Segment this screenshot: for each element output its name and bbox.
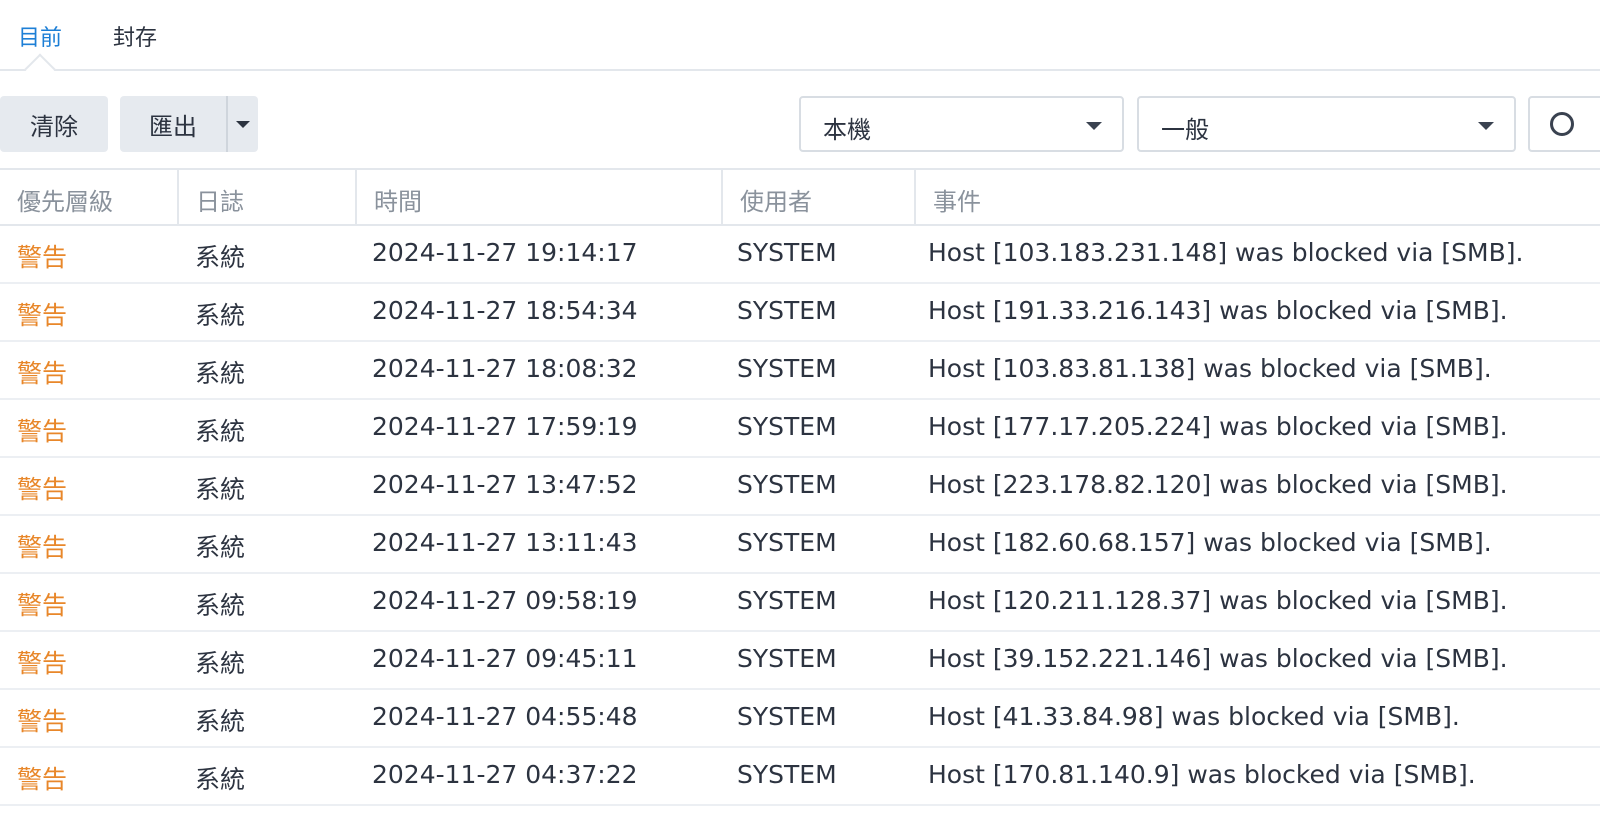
type-select[interactable]: 一般: [1137, 96, 1516, 152]
event-cell: Host [39.152.221.146] was blocked via [S…: [928, 644, 1508, 673]
time-cell: 2024-11-27 09:58:19: [372, 586, 638, 615]
column-header-priority[interactable]: 優先層級: [17, 182, 113, 217]
time-cell: 2024-11-27 18:08:32: [372, 354, 638, 383]
active-tab-indicator: [24, 53, 56, 85]
column-divider[interactable]: [355, 170, 357, 226]
toolbar: 清除 匯出 本機 一般: [0, 96, 1600, 152]
user-cell: SYSTEM: [737, 354, 837, 383]
column-header-log[interactable]: 日誌: [196, 182, 244, 217]
column-header-event[interactable]: 事件: [933, 182, 981, 217]
priority-cell: 警告: [17, 765, 68, 794]
table-row[interactable]: 警告 系統 2024-11-27 09:45:11 SYSTEM Host [39.15…: [0, 632, 1600, 690]
priority-cell: 警告: [17, 243, 68, 272]
log-cell: 系統: [195, 649, 246, 678]
table-row[interactable]: 警告 系統 2024-11-27 18:08:32 SYSTEM Host [103.8…: [0, 342, 1600, 400]
log-cell: 系統: [195, 243, 246, 272]
table-row[interactable]: 警告 系統 2024-11-27 19:14:17 SYSTEM Host [103.1…: [0, 226, 1600, 284]
event-cell: Host [191.33.216.143] was blocked via [S…: [928, 296, 1508, 325]
log-cell: 系統: [195, 359, 246, 388]
event-cell: Host [103.183.231.148] was blocked via […: [928, 238, 1524, 267]
export-button[interactable]: 匯出: [149, 107, 197, 142]
chevron-down-icon: [236, 120, 250, 128]
event-cell: Host [103.83.81.138] was blocked via [SM…: [928, 354, 1492, 383]
column-divider[interactable]: [177, 170, 179, 226]
table-row[interactable]: 警告 系統 2024-11-27 09:58:19 SYSTEM Host [120.2…: [0, 574, 1600, 632]
table-row[interactable]: 警告 系統 2024-11-27 13:47:52 SYSTEM Host [223.1…: [0, 458, 1600, 516]
priority-cell: 警告: [17, 301, 68, 330]
chevron-down-icon: [1478, 122, 1494, 130]
clear-button-label: 清除: [30, 112, 78, 141]
time-cell: 2024-11-27 04:37:22: [372, 760, 638, 789]
log-cell: 系統: [195, 533, 246, 562]
export-dropdown-toggle[interactable]: [228, 96, 258, 152]
table-row[interactable]: 警告 系統 2024-11-27 04:55:48 SYSTEM Host [41.33…: [0, 690, 1600, 748]
event-cell: Host [177.17.205.224] was blocked via [S…: [928, 412, 1508, 441]
log-table: 優先層級 日誌 時間 使用者 事件 警告 系統 2024-11-27 19:14:1…: [0, 168, 1600, 806]
log-cell: 系統: [195, 591, 246, 620]
tab-bar: 目前 封存: [0, 0, 1600, 85]
table-row[interactable]: 警告 系統 2024-11-27 04:37:22 SYSTEM Host [170.8…: [0, 748, 1600, 806]
source-select[interactable]: 本機: [799, 96, 1124, 152]
log-cell: 系統: [195, 765, 246, 794]
log-cell: 系統: [195, 417, 246, 446]
event-cell: Host [182.60.68.157] was blocked via [SM…: [928, 528, 1492, 557]
log-cell: 系統: [195, 301, 246, 330]
table-header: 優先層級 日誌 時間 使用者 事件: [0, 168, 1600, 226]
time-cell: 2024-11-27 09:45:11: [372, 644, 638, 673]
user-cell: SYSTEM: [737, 412, 837, 441]
priority-cell: 警告: [17, 707, 68, 736]
user-cell: SYSTEM: [737, 470, 837, 499]
type-select-value: 一般: [1161, 116, 1209, 144]
user-cell: SYSTEM: [737, 296, 837, 325]
column-divider[interactable]: [721, 170, 723, 226]
user-cell: SYSTEM: [737, 760, 837, 789]
event-cell: Host [223.178.82.120] was blocked via [S…: [928, 470, 1508, 499]
user-cell: SYSTEM: [737, 528, 837, 557]
table-row[interactable]: 警告 系統 2024-11-27 13:11:43 SYSTEM Host [182.6…: [0, 516, 1600, 574]
time-cell: 2024-11-27 13:11:43: [372, 528, 638, 557]
priority-cell: 警告: [17, 591, 68, 620]
user-cell: SYSTEM: [737, 702, 837, 731]
user-cell: SYSTEM: [737, 644, 837, 673]
export-split-button: 匯出: [120, 96, 258, 152]
column-header-user[interactable]: 使用者: [740, 182, 812, 217]
priority-cell: 警告: [17, 417, 68, 446]
user-cell: SYSTEM: [737, 238, 837, 267]
event-cell: Host [170.81.140.9] was blocked via [SMB…: [928, 760, 1476, 789]
tab-archive[interactable]: 封存: [113, 20, 157, 52]
column-header-time[interactable]: 時間: [374, 182, 422, 217]
table-row[interactable]: 警告 系統 2024-11-27 17:59:19 SYSTEM Host [177.1…: [0, 400, 1600, 458]
table-body: 警告 系統 2024-11-27 19:14:17 SYSTEM Host [103.1…: [0, 226, 1600, 806]
event-cell: Host [41.33.84.98] was blocked via [SMB]…: [928, 702, 1460, 731]
time-cell: 2024-11-27 17:59:19: [372, 412, 638, 441]
log-cell: 系統: [195, 707, 246, 736]
time-cell: 2024-11-27 04:55:48: [372, 702, 638, 731]
time-cell: 2024-11-27 18:54:34: [372, 296, 638, 325]
clear-button[interactable]: 清除: [0, 96, 108, 152]
user-cell: SYSTEM: [737, 586, 837, 615]
priority-cell: 警告: [17, 475, 68, 504]
priority-cell: 警告: [17, 649, 68, 678]
column-divider[interactable]: [914, 170, 916, 226]
priority-cell: 警告: [17, 533, 68, 562]
chevron-down-icon: [1086, 122, 1102, 130]
search-field[interactable]: [1528, 96, 1600, 152]
event-cell: Host [120.211.128.37] was blocked via [S…: [928, 586, 1508, 615]
priority-cell: 警告: [17, 359, 68, 388]
source-select-value: 本機: [823, 116, 871, 144]
time-cell: 2024-11-27 13:47:52: [372, 470, 638, 499]
search-icon: [1550, 112, 1574, 136]
time-cell: 2024-11-27 19:14:17: [372, 238, 638, 267]
tab-current[interactable]: 目前: [18, 20, 62, 52]
log-cell: 系統: [195, 475, 246, 504]
table-row[interactable]: 警告 系統 2024-11-27 18:54:34 SYSTEM Host [191.3…: [0, 284, 1600, 342]
